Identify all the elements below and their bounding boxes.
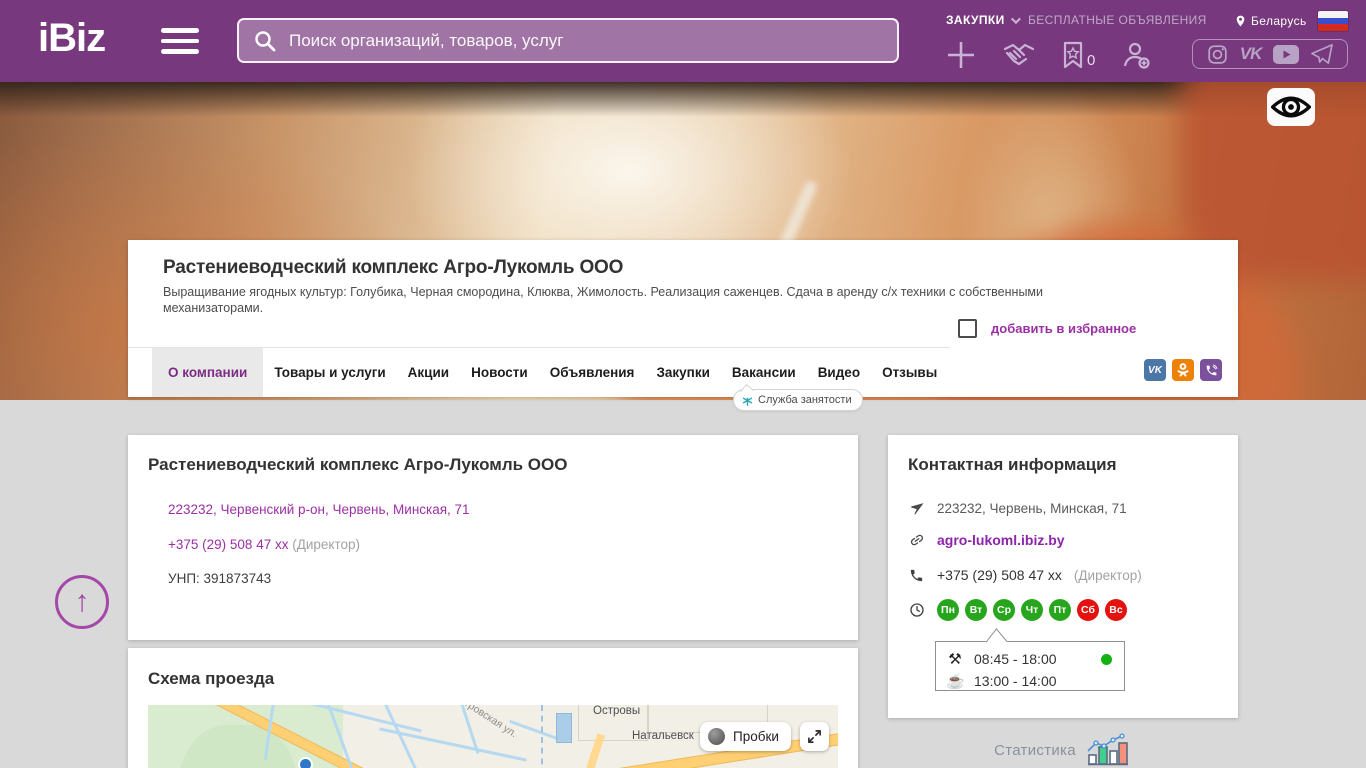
about-card: Растениеводческий комплекс Агро-Лукомль … xyxy=(128,435,858,640)
traffic-toggle-button[interactable]: Пробки xyxy=(700,722,791,751)
accessibility-eye-button[interactable] xyxy=(1267,88,1315,126)
working-hours-tooltip: ⚒ 08:45 - 18:00 ☕ 13:00 - 14:00 xyxy=(935,641,1125,691)
map-settlement-top: Островы xyxy=(593,705,640,717)
logo[interactable]: iBiz xyxy=(38,16,105,61)
about-title: Растениеводческий комплекс Агро-Лукомль … xyxy=(148,455,567,475)
tab-reviews[interactable]: Отзывы xyxy=(871,348,948,397)
add-to-favorites[interactable]: добавить в избранное xyxy=(958,319,1136,338)
nav-free-ads[interactable]: БЕСПЛАТНЫЕ ОБЪЯВЛЕНИЯ xyxy=(1028,13,1207,27)
contact-title: Контактная информация xyxy=(908,455,1117,475)
tab-ads[interactable]: Объявления xyxy=(539,348,646,397)
navigation-icon xyxy=(908,501,925,516)
viber-share-icon[interactable] xyxy=(1200,359,1222,381)
favorites-bookmark-icon[interactable]: 0 xyxy=(1062,41,1095,69)
working-days-row: Пн Вт Ср Чт Пт Сб Вс xyxy=(908,599,1127,621)
chevron-down-icon xyxy=(1011,14,1021,24)
contact-address-row: 223232, Червень, Минская, 71 xyxy=(908,501,1127,516)
map-title: Схема проезда xyxy=(148,669,274,689)
map-marker xyxy=(298,757,313,768)
contact-phone-row: +375 (29) 508 47 xx (Директор) xyxy=(908,567,1142,583)
day-badge-fri[interactable]: Пт xyxy=(1049,599,1071,621)
work-hours: 08:45 - 18:00 xyxy=(974,651,1057,667)
contact-card: Контактная информация 223232, Червень, М… xyxy=(888,435,1238,718)
day-badge-mon[interactable]: Пн xyxy=(937,599,959,621)
login-user-icon[interactable] xyxy=(1121,40,1151,70)
map-expand-button[interactable] xyxy=(800,722,829,751)
tab-procurement[interactable]: Закупки xyxy=(645,348,720,397)
favorites-count: 0 xyxy=(1087,52,1095,69)
work-hours-icon: ⚒ xyxy=(946,650,964,668)
telegram-icon[interactable] xyxy=(1311,44,1333,64)
page: iBiz ЗАКУПКИ БЕСПЛАТНЫЕ ОБЪЯВЛЕНИЯ Белар… xyxy=(0,0,1366,768)
tab-about[interactable]: О компании xyxy=(152,348,263,397)
vk-icon[interactable]: VK xyxy=(1240,44,1262,64)
company-description: Выращивание ягодных культур: Голубика, Ч… xyxy=(163,284,1043,317)
contact-address: 223232, Червень, Минская, 71 xyxy=(937,501,1127,516)
instagram-icon[interactable] xyxy=(1207,44,1228,65)
day-badge-sun[interactable]: Вс xyxy=(1105,599,1127,621)
map[interactable]: Островская ул. Островы Натальевск Пробки xyxy=(148,705,838,768)
top-nav: ЗАКУПКИ БЕСПЛАТНЫЕ ОБЪЯВЛЕНИЯ Беларусь xyxy=(946,13,1366,31)
phone-icon xyxy=(908,568,925,583)
contact-website-row: agro-lukoml.ibiz.by xyxy=(908,532,1065,548)
tab-promos[interactable]: Акции xyxy=(397,348,460,397)
about-address-link[interactable]: 223232, Червенский р-он, Червень, Минска… xyxy=(168,502,470,517)
menu-icon[interactable] xyxy=(161,28,199,54)
search-input[interactable] xyxy=(289,31,883,51)
location-pin-icon xyxy=(1234,13,1247,29)
day-badge-tue[interactable]: Вт xyxy=(965,599,987,621)
break-hours-icon: ☕ xyxy=(946,672,964,690)
map-card: Схема проезда Островская ул. Островы Нат… xyxy=(128,648,858,768)
about-phone[interactable]: +375 (29) 508 47 xx (Директор) xyxy=(168,537,360,552)
day-badge-sat[interactable]: Сб xyxy=(1077,599,1099,621)
open-now-indicator xyxy=(1101,654,1112,665)
break-hours: 13:00 - 14:00 xyxy=(974,673,1057,689)
day-badge-wed[interactable]: Ср xyxy=(993,599,1015,621)
add-company-icon[interactable] xyxy=(946,40,976,70)
company-header-card: Растениеводческий комплекс Агро-Лукомль … xyxy=(128,240,1238,397)
vk-share-icon[interactable]: VK xyxy=(1144,359,1166,381)
header-social-links: VK xyxy=(1192,39,1348,69)
statistics-chart-icon xyxy=(1086,733,1132,767)
language-flag-ru[interactable] xyxy=(1318,11,1348,31)
youtube-icon[interactable] xyxy=(1273,45,1299,64)
about-unp: УНП: 391873743 xyxy=(168,571,271,586)
tab-news[interactable]: Новости xyxy=(460,348,539,397)
scroll-to-top-button[interactable]: ↑ xyxy=(55,575,109,629)
contact-phone[interactable]: +375 (29) 508 47 xx xyxy=(937,567,1062,583)
company-social-links: VK xyxy=(1144,359,1222,381)
map-street-label: Островская ул. xyxy=(451,705,520,740)
contact-website-link[interactable]: agro-lukoml.ibiz.by xyxy=(937,532,1065,548)
handshake-icon[interactable] xyxy=(1002,41,1036,69)
day-badge-thu[interactable]: Чт xyxy=(1021,599,1043,621)
contact-phone-note: (Директор) xyxy=(1074,568,1142,583)
favorite-label: добавить в избранное xyxy=(991,321,1136,336)
arrow-up-icon: ↑ xyxy=(75,585,90,619)
vacancy-tooltip: Служба занятости xyxy=(733,389,863,411)
tab-products[interactable]: Товары и услуги xyxy=(263,348,396,397)
expand-icon xyxy=(807,729,822,744)
search-bar[interactable] xyxy=(237,18,899,63)
statistics-label: Статистика xyxy=(994,742,1076,759)
statistics-link[interactable]: Статистика xyxy=(888,733,1238,767)
header-actions: 0 xyxy=(946,38,1151,72)
employment-service-icon xyxy=(742,395,753,406)
working-days: Пн Вт Ср Чт Пт Сб Вс xyxy=(937,599,1127,621)
nav-country[interactable]: Беларусь xyxy=(1234,13,1307,29)
ok-share-icon[interactable] xyxy=(1172,359,1194,381)
eye-icon xyxy=(1271,93,1311,121)
search-icon xyxy=(253,29,277,53)
traffic-icon xyxy=(708,728,725,745)
nav-procurement[interactable]: ЗАКУПКИ xyxy=(946,13,1018,27)
company-title: Растениеводческий комплекс Агро-Лукомль … xyxy=(163,257,623,279)
favorite-checkbox[interactable] xyxy=(958,319,977,338)
header: iBiz ЗАКУПКИ БЕСПЛАТНЫЕ ОБЪЯВЛЕНИЯ Белар… xyxy=(0,0,1366,82)
clock-icon xyxy=(908,602,925,618)
vacancy-tooltip-text: Служба занятости xyxy=(758,394,852,406)
link-icon xyxy=(908,532,925,548)
phone-note: (Директор) xyxy=(292,537,360,552)
map-settlement-right: Натальевск xyxy=(632,730,694,742)
